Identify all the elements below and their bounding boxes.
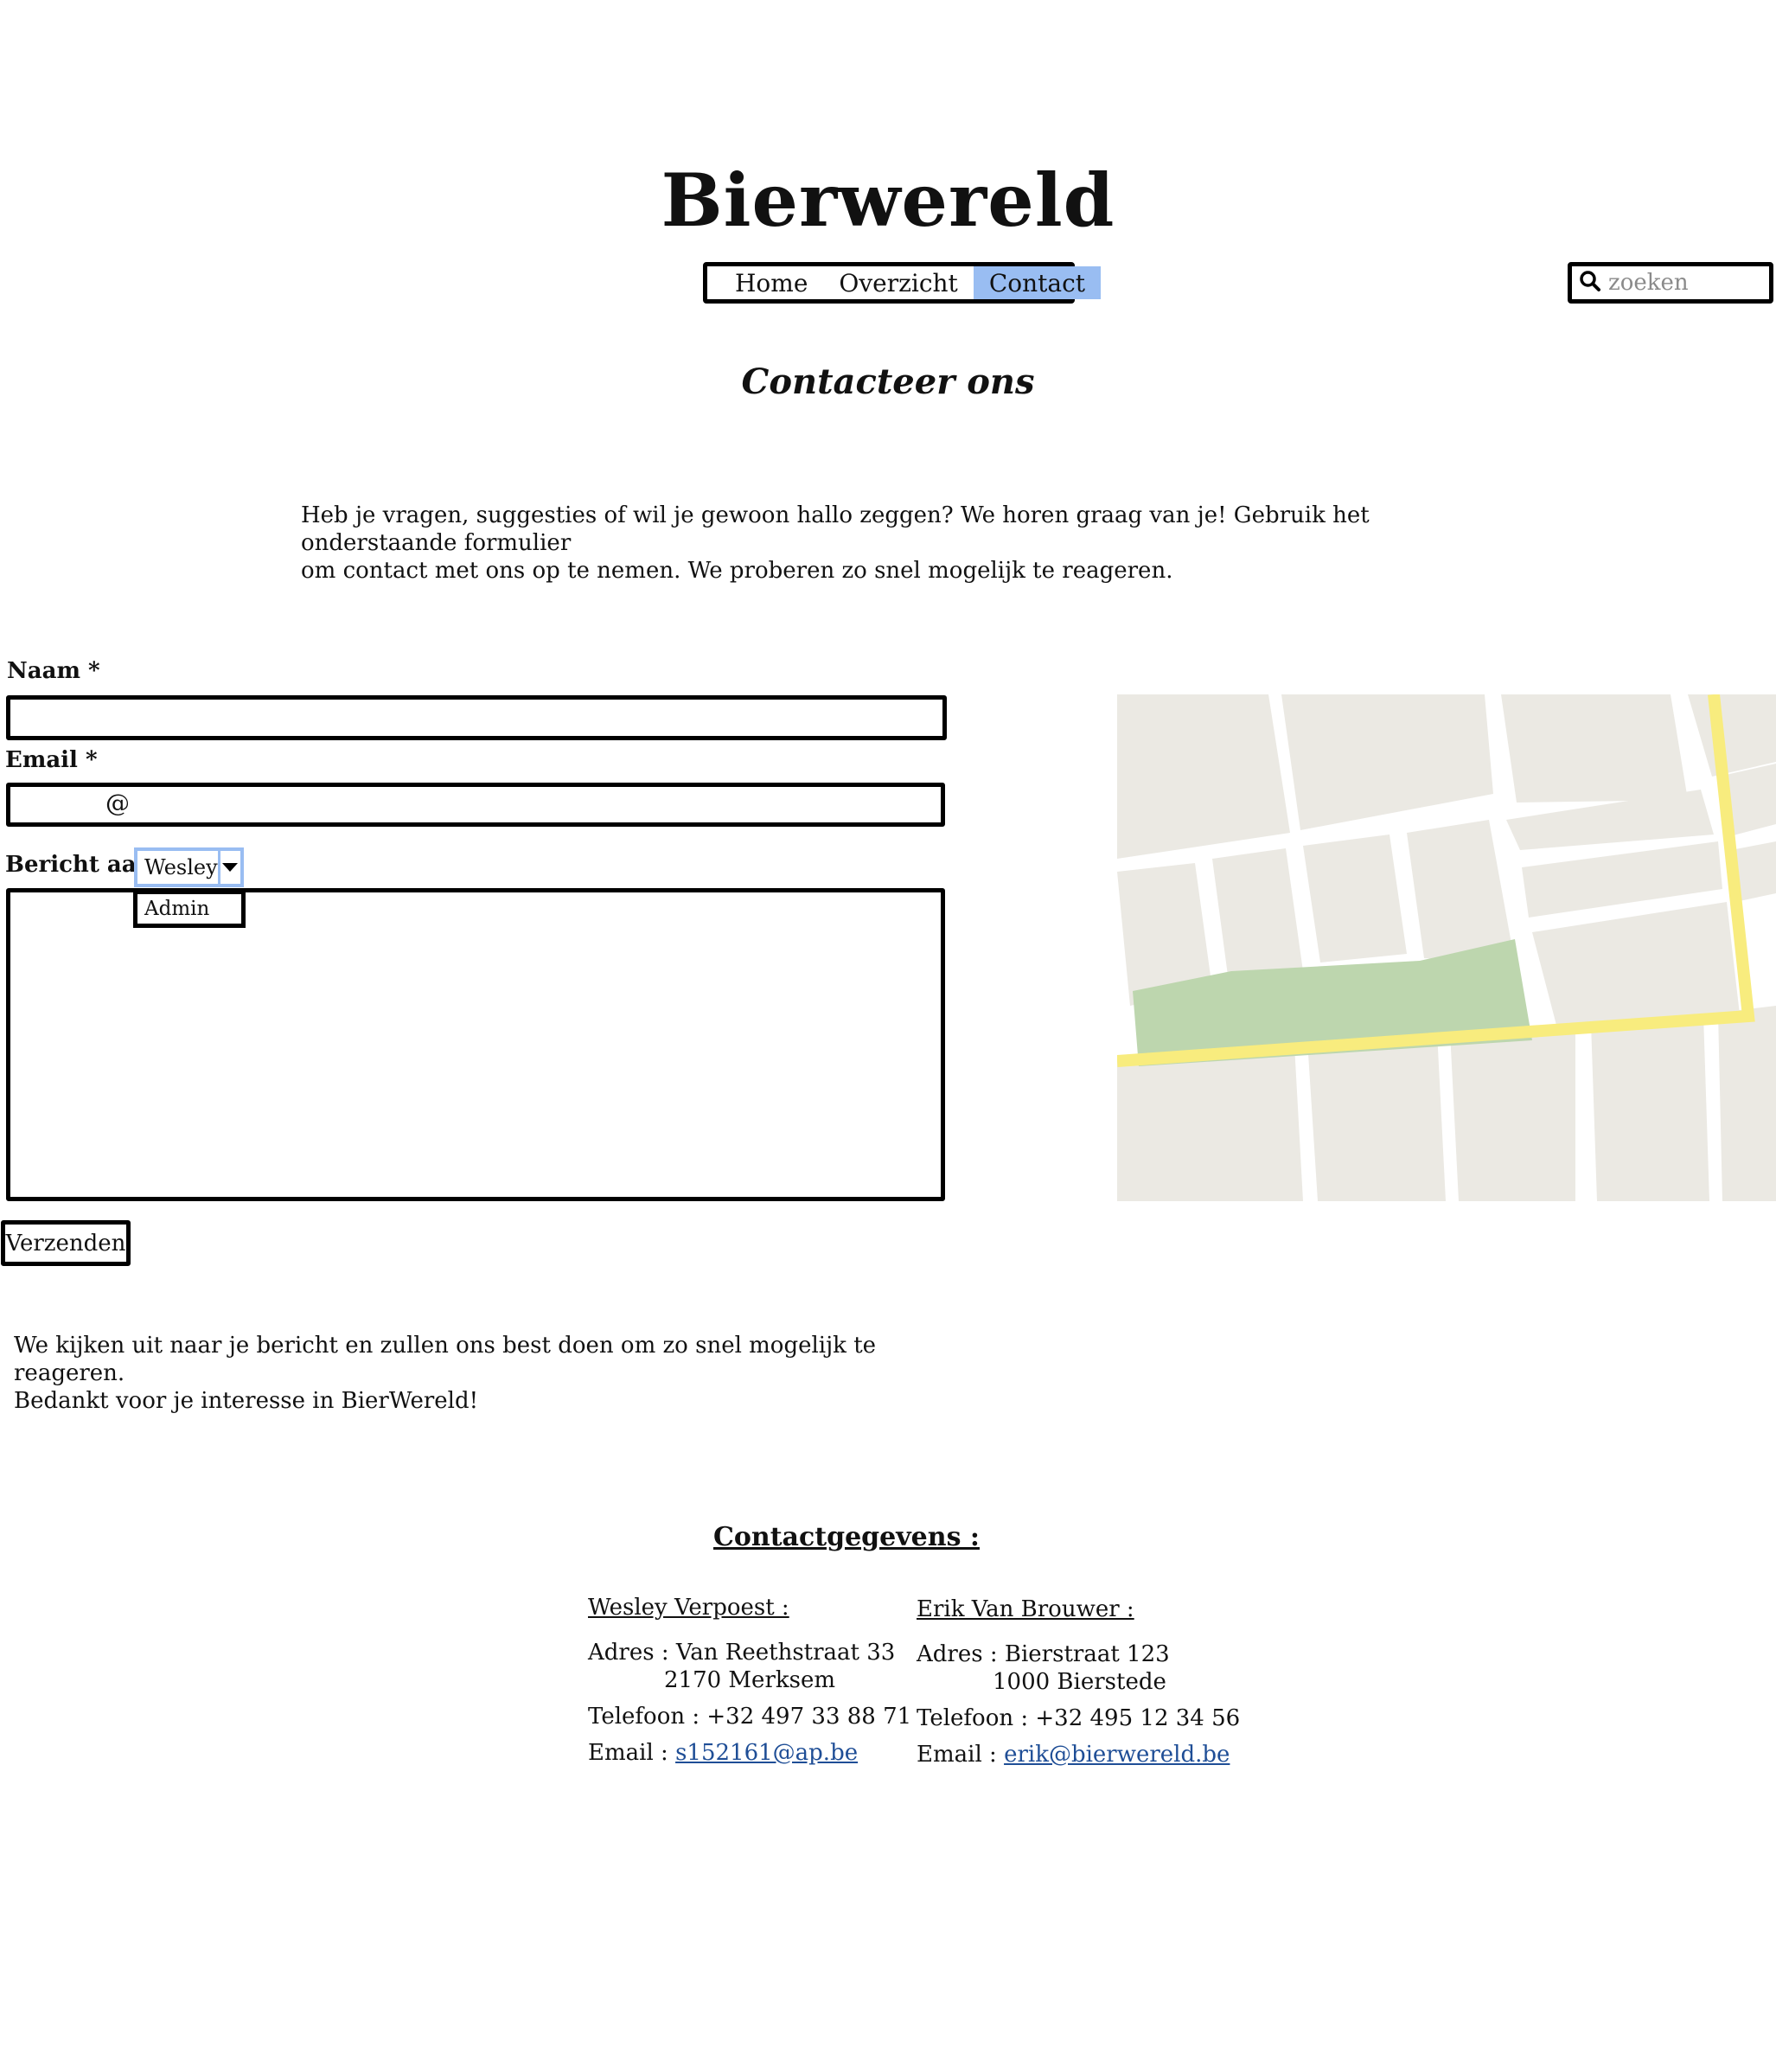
contact-phone: Telefoon : +32 497 33 88 71: [588, 1704, 912, 1730]
contact-phone: Telefoon : +32 495 12 34 56: [917, 1705, 1241, 1731]
email-field: [6, 783, 945, 827]
address-city: 1000 Bierstede: [993, 1669, 1166, 1695]
map[interactable]: [1117, 694, 1776, 1201]
contact-email-link[interactable]: s152161@ap.be: [675, 1740, 858, 1766]
map-graphic: [1117, 694, 1776, 1201]
contact-email-link[interactable]: erik@bierwereld.be: [1004, 1742, 1230, 1768]
address-street: Van Reethstraat 33: [675, 1640, 896, 1666]
intro-line-2: om contact met ons op te nemen. We probe…: [301, 558, 1173, 584]
name-input[interactable]: [10, 700, 942, 736]
nav-item-overzicht[interactable]: Overzicht: [823, 266, 973, 299]
search-input[interactable]: [1608, 270, 1764, 296]
recipient-option-admin[interactable]: Admin: [133, 890, 246, 928]
address-street: Bierstraat 123: [1004, 1641, 1170, 1667]
page-heading: Contacteer ons: [741, 361, 1035, 402]
address-prefix: Adres :: [588, 1640, 676, 1666]
name-label: Naam *: [7, 658, 100, 684]
intro-text: Heb je vragen, suggesties of wil je gewo…: [301, 502, 1511, 585]
address-city: 2170 Merksem: [664, 1667, 836, 1693]
closing-line-2: Bedankt voor je interesse in BierWereld!: [14, 1388, 479, 1414]
message-textarea[interactable]: [10, 892, 941, 1197]
recipient-label: Bericht aan: [5, 852, 153, 878]
chevron-down-icon[interactable]: [220, 851, 240, 884]
email-prefix: Email :: [588, 1740, 676, 1766]
intro-line-1: Heb je vragen, suggesties of wil je gewo…: [301, 502, 1370, 556]
email-label: Email *: [5, 747, 98, 773]
recipient-selected-value[interactable]: Wesley: [137, 851, 220, 884]
recipient-select[interactable]: Wesley: [134, 847, 244, 887]
submit-button[interactable]: Verzenden: [1, 1220, 131, 1266]
message-field: [6, 888, 945, 1201]
email-input[interactable]: [10, 787, 941, 822]
contact-card-wesley: Wesley Verpoest : Adres : Van Reethstraa…: [588, 1594, 911, 1767]
closing-text: We kijken uit naar je bericht en zullen …: [14, 1332, 965, 1415]
contact-name: Wesley Verpoest :: [588, 1595, 789, 1621]
search-icon[interactable]: [1579, 270, 1601, 296]
email-at-sign: @: [105, 789, 130, 817]
email-prefix: Email :: [917, 1742, 1005, 1768]
contact-name: Erik Van Brouwer :: [917, 1596, 1134, 1622]
name-field: [6, 695, 947, 740]
closing-line-1: We kijken uit naar je bericht en zullen …: [14, 1333, 877, 1386]
nav-item-home[interactable]: Home: [719, 266, 823, 299]
contact-card-erik: Erik Van Brouwer : Adres : Bierstraat 12…: [917, 1596, 1240, 1768]
site-title: Bierwereld: [661, 157, 1115, 243]
main-nav: Home Overzicht Contact: [703, 262, 1102, 304]
address-prefix: Adres :: [917, 1641, 1005, 1667]
nav-item-contact[interactable]: Contact: [973, 266, 1102, 299]
search-box: [1568, 262, 1773, 304]
contact-title: Contactgegevens :: [713, 1522, 980, 1552]
